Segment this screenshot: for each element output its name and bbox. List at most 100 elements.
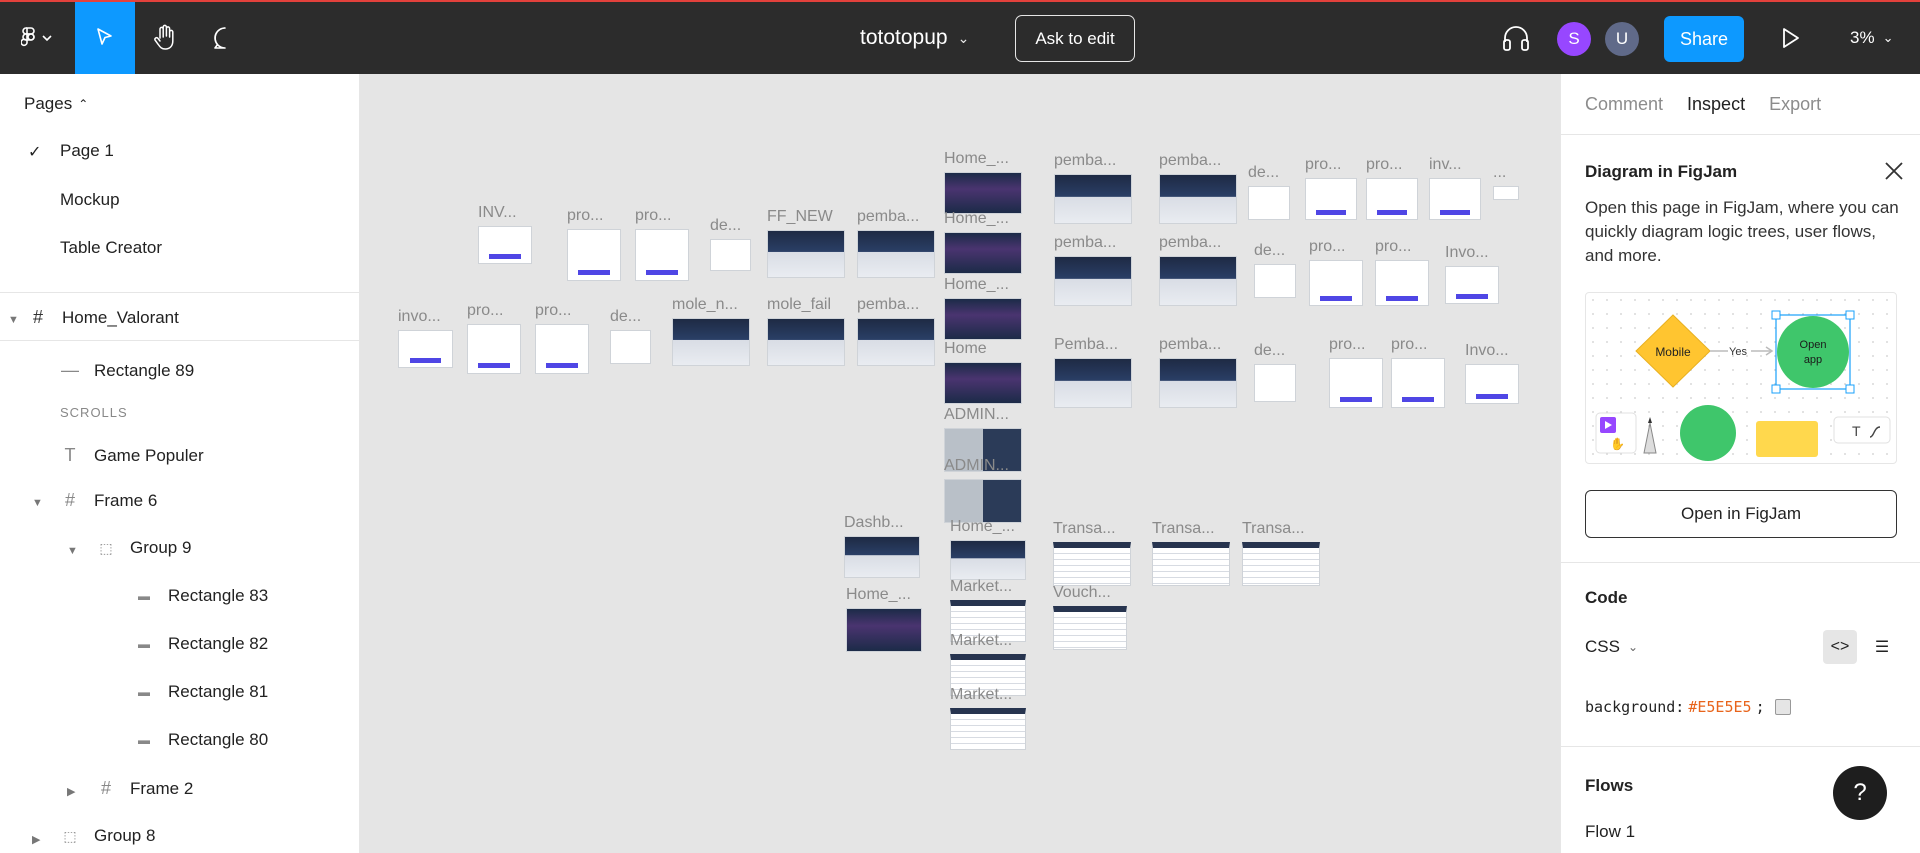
open-in-figjam-button[interactable]: Open in FigJam bbox=[1585, 490, 1897, 538]
frame-thumbnail[interactable]: inv... bbox=[1429, 156, 1481, 220]
layer-frame-2[interactable]: # Frame 2 bbox=[96, 778, 193, 799]
frame-thumbnail[interactable]: de... bbox=[710, 217, 751, 271]
comment-tool-button[interactable] bbox=[195, 2, 255, 74]
tab-comment[interactable]: Comment bbox=[1585, 94, 1663, 115]
frame-thumbnail[interactable]: ADMIN... bbox=[944, 457, 1022, 523]
caret-down-icon[interactable]: ▼ bbox=[67, 545, 78, 557]
frame-thumbnail[interactable]: invo... bbox=[398, 308, 453, 368]
frame-preview bbox=[535, 324, 589, 374]
frame-thumbnail[interactable]: pro... bbox=[1309, 238, 1363, 306]
frame-label: pemba... bbox=[1159, 336, 1222, 353]
caret-down-icon[interactable]: ▼ bbox=[8, 314, 19, 326]
frame-thumbnail[interactable]: pro... bbox=[1375, 238, 1429, 306]
frame-thumbnail[interactable]: Vouch... bbox=[1053, 584, 1127, 650]
layer-home-valorant[interactable]: # Home_Valorant bbox=[28, 307, 179, 328]
avatar[interactable]: U bbox=[1605, 22, 1639, 56]
frame-thumbnail[interactable]: pro... bbox=[535, 302, 589, 374]
frame-thumbnail[interactable]: Home_... bbox=[846, 586, 922, 652]
frame-thumbnail[interactable]: Transa... bbox=[1152, 520, 1230, 586]
frame-thumbnail[interactable]: de... bbox=[610, 308, 651, 364]
page-item-mockup[interactable]: Mockup bbox=[60, 190, 120, 210]
code-brackets-icon[interactable]: <> bbox=[1823, 630, 1857, 664]
frame-thumbnail[interactable]: pro... bbox=[635, 207, 689, 281]
caret-down-icon[interactable]: ▼ bbox=[32, 497, 43, 509]
page-item-page-1[interactable]: Page 1 bbox=[60, 141, 114, 161]
frame-thumbnail[interactable]: Dashb... bbox=[844, 514, 920, 578]
caret-right-icon[interactable]: ▶ bbox=[32, 833, 40, 846]
hand-tool-button[interactable] bbox=[135, 2, 195, 74]
frame-thumbnail[interactable]: pemba... bbox=[1054, 234, 1132, 306]
close-icon[interactable] bbox=[1883, 160, 1905, 182]
avatar[interactable]: S bbox=[1557, 22, 1591, 56]
frame-thumbnail[interactable]: Invo... bbox=[1465, 342, 1519, 404]
frame-preview bbox=[944, 232, 1022, 274]
frame-thumbnail[interactable]: pro... bbox=[1305, 156, 1357, 220]
frame-thumbnail[interactable]: de... bbox=[1254, 342, 1296, 402]
help-button[interactable]: ? bbox=[1833, 766, 1887, 820]
move-tool-button[interactable] bbox=[75, 2, 135, 74]
ask-to-edit-button[interactable]: Ask to edit bbox=[1015, 15, 1135, 62]
headphones-icon[interactable] bbox=[1500, 22, 1532, 54]
frame-thumbnail[interactable]: de... bbox=[1248, 164, 1290, 220]
frame-thumbnail[interactable]: FF_NEW bbox=[767, 208, 845, 278]
frame-thumbnail[interactable]: INV... bbox=[478, 204, 532, 264]
frame-thumbnail[interactable]: mole_n... bbox=[672, 296, 750, 366]
pages-toggle[interactable]: Pages ⌃ bbox=[24, 94, 88, 114]
line-icon: — bbox=[61, 360, 79, 380]
frame-thumbnail[interactable]: ... bbox=[1493, 164, 1519, 200]
frame-thumbnail[interactable]: Home bbox=[944, 340, 1022, 404]
frame-thumbnail[interactable]: pemba... bbox=[1159, 234, 1237, 306]
page-item-table-creator[interactable]: Table Creator bbox=[60, 238, 162, 258]
layer-frame-6[interactable]: # Frame 6 bbox=[60, 490, 157, 511]
canvas[interactable]: INV... pro... pro... de... FF_NEW pemba.… bbox=[361, 74, 1559, 853]
layer-rectangle-81[interactable]: ▬ Rectangle 81 bbox=[134, 682, 268, 702]
frame-preview bbox=[1429, 178, 1481, 220]
frame-thumbnail[interactable]: Pemba... bbox=[1054, 336, 1132, 408]
frame-thumbnail[interactable]: pemba... bbox=[1159, 336, 1237, 408]
frame-thumbnail[interactable]: Home_... bbox=[944, 276, 1022, 340]
frame-thumbnail[interactable]: pemba... bbox=[857, 208, 935, 278]
frame-thumbnail[interactable]: Transa... bbox=[1053, 520, 1131, 586]
frame-label: Home_... bbox=[944, 210, 1009, 227]
frame-thumbnail[interactable]: pemba... bbox=[1159, 152, 1237, 224]
frame-thumbnail[interactable]: Home_... bbox=[944, 150, 1022, 214]
frame-thumbnail[interactable]: Home_... bbox=[950, 518, 1026, 580]
group-icon: ⬚ bbox=[99, 539, 113, 556]
layer-game-populer[interactable]: T Game Populer bbox=[60, 445, 204, 466]
list-icon[interactable]: ☰ bbox=[1865, 630, 1899, 664]
share-button[interactable]: Share bbox=[1664, 16, 1744, 62]
layer-rectangle-89[interactable]: — Rectangle 89 bbox=[60, 360, 194, 381]
layer-rectangle-80[interactable]: ▬ Rectangle 80 bbox=[134, 730, 268, 750]
caret-right-icon[interactable]: ▶ bbox=[67, 785, 75, 798]
code-property: background: bbox=[1585, 698, 1685, 716]
frame-thumbnail[interactable]: pro... bbox=[467, 302, 521, 374]
frame-thumbnail[interactable]: pemba... bbox=[1054, 152, 1132, 224]
frame-thumbnail[interactable]: pemba... bbox=[857, 296, 935, 366]
frame-thumbnail[interactable]: pro... bbox=[1329, 336, 1383, 408]
frame-thumbnail[interactable]: Market... bbox=[950, 686, 1026, 750]
frame-preview bbox=[1254, 364, 1296, 402]
edge-yes: Yes bbox=[1729, 346, 1747, 358]
frame-thumbnail[interactable]: Transa... bbox=[1242, 520, 1320, 586]
play-icon[interactable] bbox=[1778, 26, 1802, 50]
frame-thumbnail[interactable]: pro... bbox=[1366, 156, 1418, 220]
frame-thumbnail[interactable]: pro... bbox=[1391, 336, 1445, 408]
frame-thumbnail[interactable]: Invo... bbox=[1445, 244, 1499, 304]
tab-inspect[interactable]: Inspect bbox=[1687, 94, 1745, 115]
zoom-control[interactable]: 3% ⌄ bbox=[1850, 2, 1893, 74]
file-title[interactable]: tototopup ⌄ bbox=[860, 2, 969, 74]
frame-thumbnail[interactable]: de... bbox=[1254, 242, 1296, 298]
layer-rectangle-83[interactable]: ▬ Rectangle 83 bbox=[134, 586, 268, 606]
frame-label: pemba... bbox=[857, 296, 920, 313]
layer-group-9[interactable]: ⬚ Group 9 bbox=[96, 538, 191, 558]
tab-export[interactable]: Export bbox=[1769, 94, 1821, 115]
layer-group-8[interactable]: ⬚ Group 8 bbox=[60, 826, 155, 846]
flow-item[interactable]: Flow 1 bbox=[1585, 822, 1635, 842]
text-tool: T bbox=[1852, 423, 1861, 439]
frame-thumbnail[interactable]: Home_... bbox=[944, 210, 1022, 274]
main-menu-button[interactable] bbox=[12, 2, 64, 74]
frame-thumbnail[interactable]: mole_fail bbox=[767, 296, 845, 366]
frame-thumbnail[interactable]: pro... bbox=[567, 207, 621, 281]
code-language-select[interactable]: CSS ⌄ bbox=[1585, 637, 1638, 657]
layer-rectangle-82[interactable]: ▬ Rectangle 82 bbox=[134, 634, 268, 654]
